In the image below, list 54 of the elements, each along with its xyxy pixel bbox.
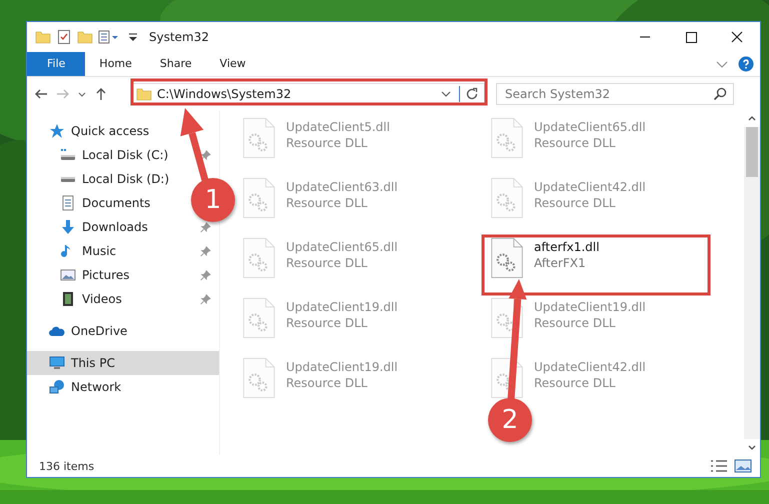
file-type: Resource DLL <box>286 376 368 390</box>
address-field[interactable]: C:\Windows\System32 <box>131 83 485 105</box>
pin-icon[interactable] <box>200 246 211 256</box>
file-type: Resource DLL <box>534 196 616 210</box>
file-type: Resource DLL <box>286 316 368 330</box>
large-icons-view-icon[interactable] <box>734 459 752 473</box>
file-type: Resource DLL <box>286 136 368 150</box>
monitor-icon <box>49 355 65 371</box>
sidebar-item[interactable]: Pictures <box>27 263 134 287</box>
window-title: System32 <box>149 30 210 44</box>
help-icon[interactable] <box>738 56 754 72</box>
ribbon-tab[interactable]: File <box>27 52 86 76</box>
sidebar-item[interactable]: Local Disk (C:) <box>27 143 172 167</box>
details-view-icon[interactable] <box>710 459 728 473</box>
sidebar-item[interactable]: Local Disk (D:) <box>27 167 174 191</box>
properties-icon[interactable] <box>56 29 72 45</box>
file-type: Resource DLL <box>286 196 368 210</box>
file-type: Resource DLL <box>286 256 368 270</box>
scrollbar-thumb[interactable] <box>746 127 758 177</box>
file-type: Resource DLL <box>534 376 616 390</box>
pin-icon[interactable] <box>200 270 211 280</box>
document-icon <box>60 195 76 211</box>
item-count: 136 items <box>39 460 94 472</box>
sidebar-item[interactable]: Videos <box>27 287 126 311</box>
sidebar-item[interactable]: Quick access <box>27 119 154 143</box>
search-icon[interactable] <box>712 86 728 102</box>
star-icon <box>49 123 65 139</box>
search-field[interactable]: Search System32 <box>496 83 734 105</box>
film-icon <box>60 291 76 307</box>
ribbon-tab[interactable]: Share <box>146 52 206 76</box>
network-icon <box>49 379 65 395</box>
file-type: AfterFX1 <box>534 256 587 270</box>
sidebar-item[interactable]: Network <box>27 375 126 399</box>
folder-icon <box>136 86 152 102</box>
file-name[interactable]: afterfx1.dll <box>534 240 600 254</box>
drive-icon <box>60 147 76 163</box>
down-arrow-icon <box>60 219 76 235</box>
file-type: Resource DLL <box>534 316 616 330</box>
scrollbar-track[interactable] <box>744 127 760 439</box>
drive-icon <box>60 176 76 182</box>
sidebar-item[interactable]: Documents <box>27 191 154 215</box>
file-type: Resource DLL <box>534 136 616 150</box>
ribbon-tab[interactable]: View <box>206 52 260 76</box>
sidebar-item[interactable]: This PC <box>27 351 219 375</box>
view-options-icon[interactable] <box>98 29 120 45</box>
ribbon-tab[interactable]: Home <box>85 52 146 76</box>
sidebar-item[interactable]: Music <box>27 239 120 263</box>
sidebar-item[interactable]: Downloads <box>27 215 152 239</box>
gear-file-icon[interactable] <box>490 237 524 279</box>
pin-icon[interactable] <box>200 222 211 232</box>
pin-icon[interactable] <box>200 294 211 304</box>
picture-icon <box>60 267 76 283</box>
sidebar-item[interactable]: OneDrive <box>27 319 132 343</box>
pin-icon[interactable] <box>200 150 211 160</box>
